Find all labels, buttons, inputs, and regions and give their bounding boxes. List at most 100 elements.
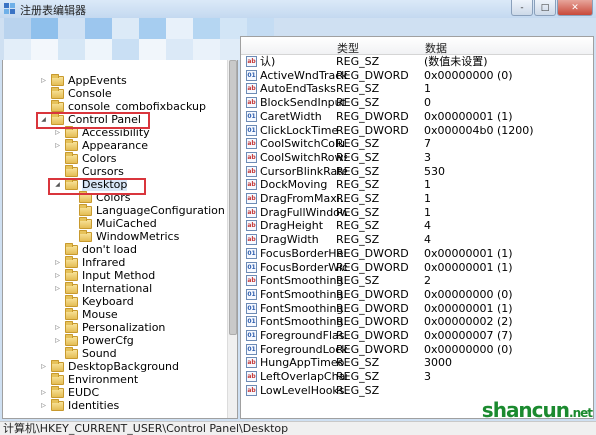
value-row[interactable]: ab LeftOverlapChars REG_SZ 3	[241, 370, 593, 384]
value-row[interactable]: 01 ClickLockTime REG_DWORD 0x000004b0 (1200…	[241, 123, 593, 137]
blank-spacer	[67, 206, 76, 215]
tree-item[interactable]: MuiCached	[67, 216, 157, 230]
tree-scrollbar[interactable]	[227, 60, 237, 418]
value-row[interactable]: 01 FontSmoothing... REG_DWORD 0x00000001 (1…	[241, 301, 593, 315]
expand-arrow-icon[interactable]: ▷	[39, 401, 48, 410]
tree-item[interactable]: Colors	[53, 151, 116, 165]
close-button[interactable]: ✕	[557, 0, 593, 16]
value-row[interactable]: ab 认) REG_SZ (数值未设置)	[241, 55, 593, 68]
string-value-icon: ab	[246, 384, 257, 396]
expand-arrow-icon[interactable]: ▷	[39, 388, 48, 397]
tree-item[interactable]: ▷ Personalization	[53, 320, 165, 334]
tree-item-label: Environment	[68, 373, 139, 386]
folder-icon	[65, 242, 78, 255]
value-row[interactable]: ab LowLevelHooks... REG_SZ	[241, 384, 593, 397]
string-value-icon: ab	[246, 97, 257, 109]
blank-spacer	[53, 154, 62, 163]
tree-item[interactable]: ▷ Identities	[39, 398, 119, 412]
tree-item[interactable]: ▷ DesktopBackground	[39, 359, 179, 373]
tree-item[interactable]: WindowMetrics	[67, 229, 179, 243]
tree-item[interactable]: Mouse	[53, 307, 118, 321]
value-type: REG_SZ	[336, 55, 380, 68]
tree-item-label: DesktopBackground	[68, 360, 179, 373]
registry-key-tree[interactable]: ▷ AppEvents Console console_combofixbackup ◢…	[2, 60, 238, 419]
minimize-button[interactable]: -	[511, 0, 533, 16]
value-data: 0x00000001 (1)	[424, 109, 513, 123]
tree-item[interactable]: Environment	[39, 372, 139, 386]
expand-arrow-icon[interactable]: ▷	[53, 141, 62, 150]
column-header-type[interactable]: 类型	[337, 40, 359, 56]
title-bar[interactable]: 注册表编辑器 - □ ✕	[0, 0, 596, 18]
value-row[interactable]: 01FocusBorderWid...REG_DWORD 0x00000001 (…	[241, 261, 593, 274]
value-row[interactable]: 01ForegroundLock...REG_DWORD 0x00000000 (…	[241, 343, 593, 356]
value-row[interactable]: 01 FontSmoothing... REG_DWORD 0x00000002 (2…	[241, 315, 593, 328]
value-row[interactable]: 01 FontSmoothing... REG_DWORD 0x00000000 (0…	[241, 288, 593, 301]
registry-values-list[interactable]: 类型 数据 ab认)REG_SZ(数值未设置)01ActiveWndTrack.…	[240, 36, 594, 419]
value-row[interactable]: ab DragFullWindows REG_SZ 1	[241, 206, 593, 219]
tree-item[interactable]: ▷ EUDC	[39, 385, 99, 399]
expand-arrow-icon[interactable]: ▷	[53, 336, 62, 345]
tree-item[interactable]: ▷ PowerCfg	[53, 333, 134, 347]
value-name: DockMoving	[260, 178, 328, 192]
value-row[interactable]: 01 CaretWidth REG_DWORD 0x00000001 (1)	[241, 109, 593, 123]
tree-item[interactable]: ▷ International	[53, 281, 152, 295]
value-row[interactable]: ab FontSmoothing REG_SZ 2	[241, 274, 593, 287]
value-row[interactable]: 01ActiveWndTrack...REG_DWORD 0x00000000 (…	[241, 69, 593, 82]
value-row[interactable]: ab CoolSwitchColu... REG_SZ 7	[241, 137, 593, 150]
tree-item[interactable]: Cursors	[53, 164, 124, 178]
value-data: 0x00000001 (1)	[424, 301, 513, 315]
tree-item[interactable]: ▷ Input Method	[53, 268, 155, 282]
tree-scrollbar-thumb[interactable]	[229, 60, 237, 335]
tree-item-label: Console	[68, 87, 112, 100]
string-value-icon: ab	[246, 138, 257, 150]
value-row[interactable]: ab AutoEndTasks REG_SZ 1	[241, 82, 593, 95]
value-name: LeftOverlapChars	[260, 370, 347, 384]
expand-arrow-icon[interactable]: ▷	[53, 284, 62, 293]
folder-icon	[79, 216, 92, 229]
value-name: ClickLockTime	[260, 123, 339, 137]
expand-arrow-icon[interactable]: ▷	[53, 271, 62, 280]
string-value-icon: ab	[246, 234, 257, 246]
value-row[interactable]: 01FocusBorderHei...REG_DWORD 0x00000001 (…	[241, 247, 593, 260]
expand-arrow-icon[interactable]: ▷	[53, 323, 62, 332]
value-data: 3000	[424, 356, 452, 370]
value-row[interactable]: ab DockMoving REG_SZ 1	[241, 178, 593, 192]
tree-item[interactable]: ▷ Appearance	[53, 138, 148, 152]
value-row[interactable]: 01 ForegroundFlas... REG_DWORD 0x00000007 (…	[241, 329, 593, 342]
folder-icon	[51, 385, 64, 398]
column-header-data[interactable]: 数据	[425, 40, 447, 56]
value-row[interactable]: ab DragFromMaxi... REG_SZ 1	[241, 192, 593, 205]
expand-arrow-icon[interactable]: ▷	[39, 362, 48, 371]
folder-icon	[79, 203, 92, 216]
folder-icon	[51, 73, 64, 86]
tree-item[interactable]: ▷ AppEvents	[39, 73, 127, 87]
value-row[interactable]: ab CoolSwitchRows REG_SZ 3	[241, 150, 593, 164]
binary-value-icon: 01	[246, 110, 257, 122]
value-row[interactable]: ab BlockSendInput... REG_SZ 0	[241, 96, 593, 109]
tree-item[interactable]: Keyboard	[53, 294, 134, 308]
maximize-button[interactable]: □	[534, 0, 556, 16]
expand-arrow-icon[interactable]: ▷	[53, 258, 62, 267]
tree-item[interactable]: don't load	[53, 242, 137, 256]
value-data: 3	[424, 370, 431, 384]
tree-item[interactable]: ▷ Infrared	[53, 255, 125, 269]
value-type: REG_DWORD	[336, 123, 409, 137]
value-type: REG_SZ	[336, 164, 380, 178]
value-data: 1	[424, 178, 431, 192]
tree-item[interactable]: Sound	[53, 346, 117, 360]
value-name: CoolSwitchRows	[260, 150, 347, 164]
value-data: 4	[424, 219, 431, 233]
value-row[interactable]: ab DragWidth REG_SZ 4	[241, 233, 593, 246]
folder-icon	[51, 99, 64, 112]
value-row[interactable]: ab HungAppTimeo... REG_SZ 3000	[241, 356, 593, 370]
tree-item-label: Sound	[82, 347, 117, 360]
tree-item[interactable]: Console	[39, 86, 112, 100]
tree-item[interactable]: LanguageConfiguration	[67, 203, 225, 217]
value-name: ForegroundFlas...	[260, 329, 347, 342]
string-value-icon: ab	[246, 193, 257, 204]
value-row[interactable]: ab DragHeight REG_SZ 4	[241, 219, 593, 233]
value-row[interactable]: ab CursorBlinkRate REG_SZ 530	[241, 164, 593, 178]
value-type: REG_SZ	[336, 370, 380, 384]
expand-arrow-icon[interactable]: ▷	[53, 128, 62, 137]
expand-arrow-icon[interactable]: ▷	[39, 76, 48, 85]
